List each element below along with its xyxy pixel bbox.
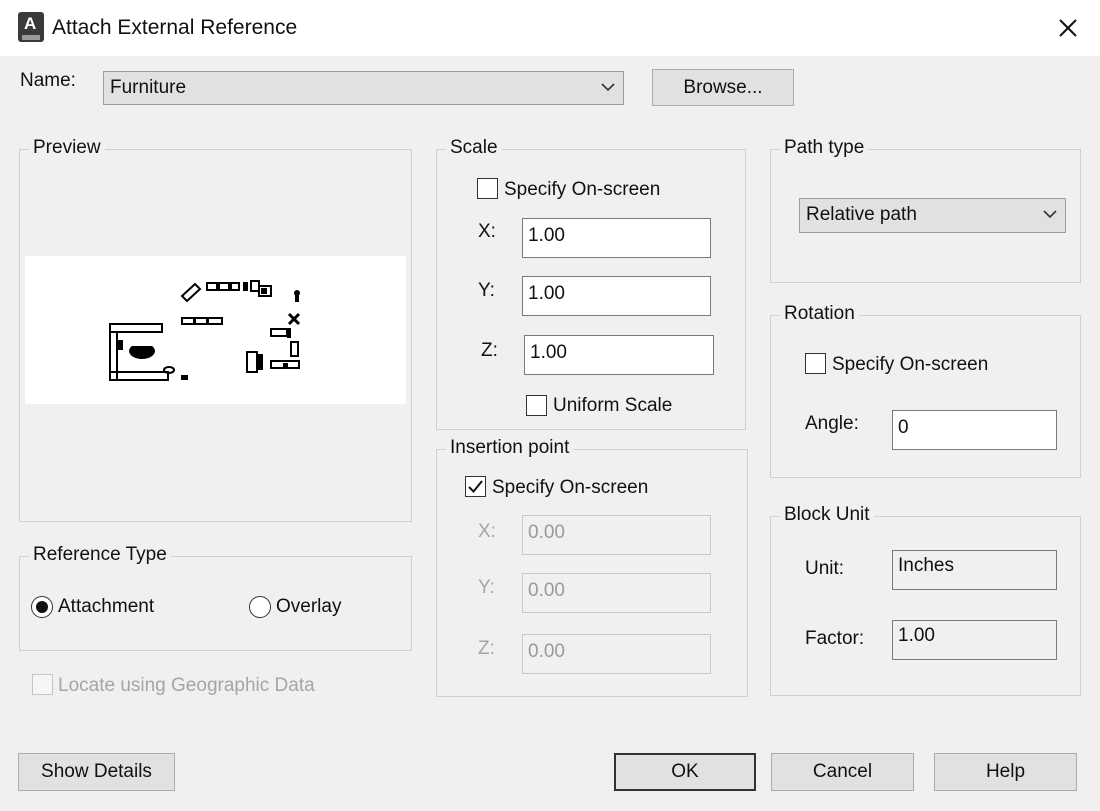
dialog-title: Attach External Reference <box>52 16 298 39</box>
angle-input[interactable]: 0 <box>892 410 1057 450</box>
insertion-z-value: 0.00 <box>528 641 565 662</box>
overlay-label[interactable]: Overlay <box>276 596 341 618</box>
browse-button-label: Browse... <box>683 76 763 98</box>
scale-x-label: X: <box>478 221 496 242</box>
rotation-group: Rotation <box>770 303 1081 478</box>
scale-z-label: Z: <box>481 340 498 361</box>
rotation-specify-label[interactable]: Specify On-screen <box>832 354 988 376</box>
scale-y-value: 1.00 <box>528 283 565 304</box>
scale-y-label: Y: <box>478 280 495 301</box>
name-dropdown[interactable]: Furniture <box>103 71 624 105</box>
cancel-button[interactable]: Cancel <box>771 753 914 791</box>
unit-value: Inches <box>898 555 954 576</box>
ok-button[interactable]: OK <box>614 753 756 791</box>
help-button[interactable]: Help <box>934 753 1077 791</box>
chevron-down-icon <box>1043 210 1057 219</box>
insertion-specify-label[interactable]: Specify On-screen <box>492 477 648 499</box>
name-value: Furniture <box>110 77 187 98</box>
help-label: Help <box>985 761 1026 782</box>
insertion-z-label: Z: <box>478 638 495 659</box>
name-label: Name: <box>20 70 76 91</box>
scale-z-input[interactable]: 1.00 <box>524 335 714 375</box>
close-icon <box>1059 19 1077 37</box>
factor-label: Factor: <box>805 628 865 649</box>
insertion-point-title: Insertion point <box>446 437 574 459</box>
block-unit-group: Block Unit <box>770 504 1081 696</box>
cancel-label: Cancel <box>812 761 873 782</box>
scale-specify-checkbox[interactable] <box>477 178 498 199</box>
preview-image <box>25 256 406 404</box>
unit-field: Inches <box>892 550 1057 590</box>
factor-field: 1.00 <box>892 620 1057 660</box>
attachment-label[interactable]: Attachment <box>58 596 154 618</box>
angle-value: 0 <box>898 417 909 438</box>
unit-label: Unit: <box>805 558 845 579</box>
browse-button[interactable]: Browse... <box>652 69 794 106</box>
preview-title: Preview <box>29 137 105 159</box>
path-type-value: Relative path <box>806 204 917 225</box>
geo-data-checkbox[interactable] <box>32 674 53 695</box>
overlay-radio[interactable] <box>249 596 271 618</box>
scale-x-value: 1.00 <box>528 225 565 246</box>
insertion-specify-checkbox[interactable] <box>465 476 486 497</box>
rotation-title: Rotation <box>780 303 859 325</box>
uniform-scale-label[interactable]: Uniform Scale <box>553 395 672 417</box>
scale-specify-label[interactable]: Specify On-screen <box>504 179 660 201</box>
scale-x-input[interactable]: 1.00 <box>522 218 711 258</box>
uniform-scale-checkbox[interactable] <box>526 395 547 416</box>
rotation-specify-checkbox[interactable] <box>805 353 826 374</box>
scale-z-value: 1.00 <box>530 342 567 363</box>
insertion-z-input[interactable]: 0.00 <box>522 634 711 674</box>
block-unit-title: Block Unit <box>780 504 874 526</box>
scale-y-input[interactable]: 1.00 <box>522 276 711 316</box>
checkmark-icon <box>468 480 483 493</box>
insertion-y-value: 0.00 <box>528 580 565 601</box>
path-type-dropdown[interactable]: Relative path <box>799 198 1066 233</box>
insertion-x-value: 0.00 <box>528 522 565 543</box>
angle-label: Angle: <box>805 413 859 434</box>
show-details-label: Show Details <box>41 761 152 782</box>
insertion-x-label: X: <box>478 521 496 542</box>
insertion-x-input[interactable]: 0.00 <box>522 515 711 555</box>
factor-value: 1.00 <box>898 625 935 646</box>
geo-data-label: Locate using Geographic Data <box>58 675 315 696</box>
reference-type-title: Reference Type <box>29 544 171 566</box>
close-button[interactable] <box>1048 8 1088 48</box>
scale-title: Scale <box>446 137 502 159</box>
insertion-y-input[interactable]: 0.00 <box>522 573 711 613</box>
ok-label: OK <box>671 761 699 782</box>
show-details-button[interactable]: Show Details <box>18 753 175 791</box>
autocad-app-icon: A <box>18 12 44 42</box>
path-type-title: Path type <box>780 137 869 159</box>
insertion-y-label: Y: <box>478 577 495 598</box>
app-icon-letter: A <box>24 14 37 33</box>
radio-selected-dot <box>36 601 48 613</box>
attachment-radio[interactable] <box>31 596 53 618</box>
chevron-down-icon <box>601 83 615 92</box>
